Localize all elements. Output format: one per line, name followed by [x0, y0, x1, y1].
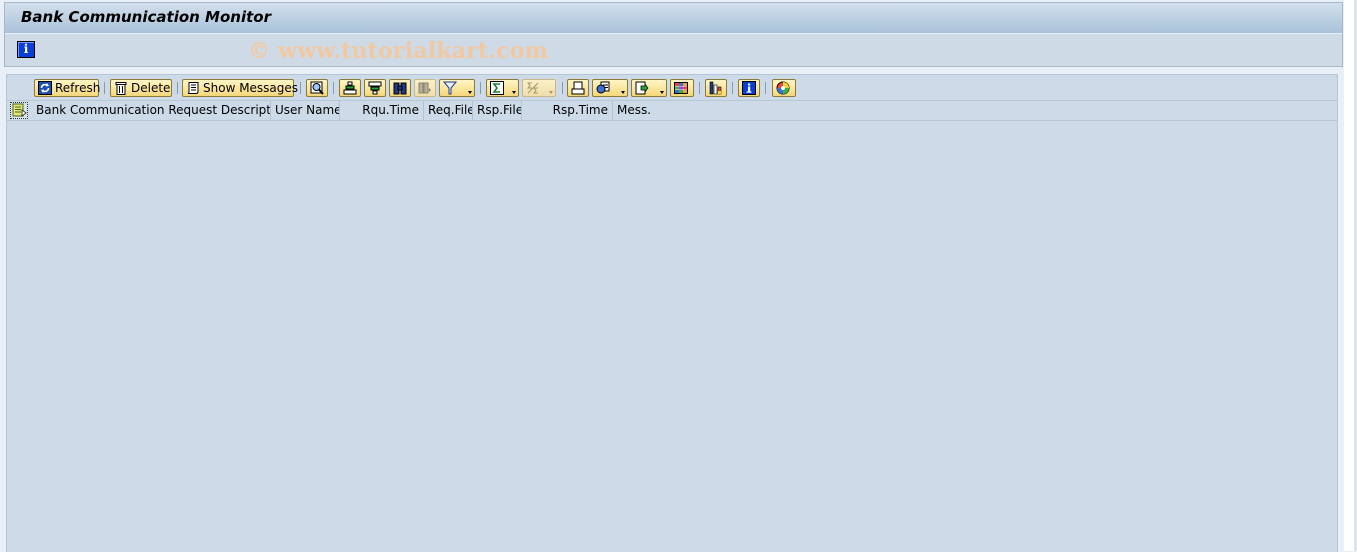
toolbar-separator — [699, 82, 700, 94]
column-header-request-file[interactable]: Req.File — [424, 101, 473, 120]
views-icon — [596, 81, 610, 95]
refresh-label: Refresh — [55, 81, 101, 95]
alv-grid: Refresh Delete Show Messages Bank Commun… — [6, 74, 1338, 552]
column-header-row: Bank Communication Request Description U… — [7, 101, 1337, 121]
refresh-icon — [38, 81, 52, 95]
total-button[interactable] — [486, 79, 519, 97]
column-header-user-name[interactable]: User Name — [271, 101, 340, 120]
toolbar-separator — [177, 82, 178, 94]
find-button[interactable] — [389, 79, 411, 97]
dropdown-arrow-icon — [621, 91, 625, 94]
export-button[interactable] — [631, 79, 667, 97]
delete-button[interactable]: Delete — [110, 79, 172, 97]
application-toolbar: i © www.tutorialkart.com — [5, 34, 1342, 66]
trash-icon — [114, 81, 128, 95]
toolbar-separator — [333, 82, 334, 94]
grid-toolbar: Refresh Delete Show Messages — [7, 75, 1337, 101]
graphic-button[interactable] — [705, 79, 727, 97]
toolbar-separator — [765, 82, 766, 94]
bar-chart-icon — [709, 81, 723, 95]
change-layout-button[interactable] — [670, 79, 694, 97]
refresh-button[interactable]: Refresh — [34, 79, 101, 97]
print-preview-icon — [571, 81, 585, 95]
details-button[interactable] — [306, 79, 328, 97]
column-header-messages[interactable]: Mess. — [613, 101, 658, 120]
sort-ascending-icon — [343, 81, 357, 95]
column-header-description[interactable]: Bank Communication Request Description — [32, 101, 271, 120]
watermark: © www.tutorialkart.com — [248, 38, 549, 64]
dropdown-arrow-icon — [549, 91, 553, 94]
title-bar: Bank Communication Monitor — [5, 3, 1342, 34]
binoculars-icon — [393, 81, 407, 95]
dropdown-arrow-icon — [468, 91, 472, 94]
table-body — [7, 121, 1337, 552]
select-all-icon[interactable] — [10, 102, 28, 119]
toolbar-separator — [104, 82, 105, 94]
toolbar-separator — [300, 82, 301, 94]
column-header-response-file[interactable]: Rsp.File — [473, 101, 522, 120]
sum-icon — [490, 81, 504, 95]
find-next-button[interactable] — [414, 79, 436, 97]
print-preview-button[interactable] — [567, 79, 589, 97]
subtotal-button[interactable] — [522, 79, 556, 97]
subtotal-icon — [526, 81, 540, 95]
find-next-icon — [418, 81, 432, 95]
page-title: Bank Communication Monitor — [21, 8, 271, 26]
dropdown-arrow-icon — [660, 91, 664, 94]
filter-icon — [442, 81, 458, 95]
layout-grid-icon — [674, 81, 688, 95]
filter-button[interactable] — [439, 79, 475, 97]
color-wheel-icon — [776, 81, 790, 95]
delete-label: Delete — [131, 81, 171, 95]
views-button[interactable] — [592, 79, 628, 97]
show-messages-label: Show Messages — [203, 81, 299, 95]
magnifier-detail-icon — [310, 81, 324, 95]
dropdown-arrow-icon — [512, 91, 516, 94]
sort-descending-button[interactable] — [364, 79, 386, 97]
scroll-icon — [186, 81, 200, 95]
screen-header: Bank Communication Monitor i © www.tutor… — [4, 2, 1343, 67]
column-header-request-time[interactable]: Rqu.Time — [340, 101, 424, 120]
toolbar-separator — [562, 82, 563, 94]
show-messages-button[interactable]: Show Messages — [182, 79, 298, 97]
information-button[interactable] — [738, 79, 760, 97]
sort-ascending-button[interactable] — [339, 79, 361, 97]
column-header-response-time[interactable]: Rsp.Time — [522, 101, 613, 120]
toolbar-separator — [480, 82, 481, 94]
toolbar-separator — [732, 82, 733, 94]
info-icon[interactable]: i — [17, 41, 35, 58]
export-icon — [635, 81, 649, 95]
sort-descending-icon — [368, 81, 382, 95]
info-icon — [742, 81, 756, 95]
abc-analysis-button[interactable] — [772, 79, 796, 97]
